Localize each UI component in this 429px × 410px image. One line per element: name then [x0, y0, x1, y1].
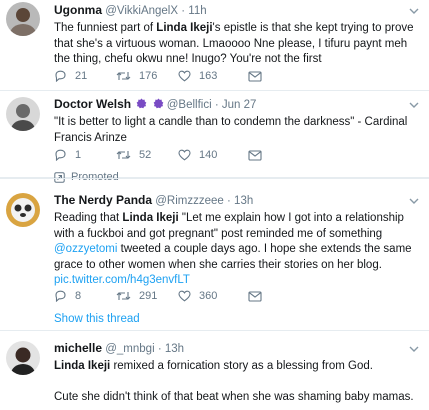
dm-icon	[248, 70, 262, 82]
tweet-text: Linda Ikeji remixed a fornication story …	[54, 359, 421, 405]
like-count: 360	[199, 290, 218, 302]
dm-icon	[248, 290, 262, 302]
retweet-count: 52	[139, 149, 152, 161]
tweet-header: michelle @_mnbgi · 13h	[54, 331, 421, 356]
like-icon	[178, 149, 191, 161]
verified-badge-icon	[153, 98, 163, 109]
retweet-button[interactable]: 52	[116, 149, 178, 161]
retweet-button[interactable]: 176	[116, 70, 178, 82]
separator: ·	[227, 195, 231, 207]
tweet-header: Doctor Welsh @Bellfici · Jun 27	[54, 91, 421, 112]
retweet-icon	[116, 292, 131, 300]
avatar[interactable]	[6, 2, 40, 36]
reply-button[interactable]: 8	[54, 290, 116, 302]
like-button[interactable]: 140	[178, 149, 248, 161]
like-count: 140	[199, 149, 218, 161]
tweet-actions: 8 291 360	[54, 290, 262, 302]
reply-count: 1	[75, 149, 82, 161]
separator: ·	[214, 99, 219, 111]
tweet-text: Reading that Linda Ikeji "Let me explain…	[54, 212, 412, 286]
retweet-icon	[116, 151, 131, 159]
tweet-line: Cute she didn't think of that beat when …	[54, 390, 414, 403]
display-name[interactable]: The Nerdy Panda	[54, 193, 152, 207]
chevron-down-icon[interactable]	[409, 7, 419, 15]
pic-link[interactable]: pic.twitter.com/h4g3envfLT	[54, 274, 190, 286]
tweet[interactable]: Ugonma @VikkiAngelX · 11h The funniest p…	[0, 0, 429, 91]
mention-link[interactable]: @ozzyetomi	[54, 243, 117, 255]
reply-icon	[55, 70, 66, 82]
like-button[interactable]: 163	[178, 70, 248, 82]
dm-button[interactable]	[248, 70, 262, 82]
separator: ·	[157, 343, 162, 355]
like-button[interactable]: 360	[178, 290, 248, 302]
retweet-count: 176	[139, 70, 158, 82]
tweet[interactable]: Doctor Welsh @Bellfici · Jun 27 "It is b…	[0, 91, 429, 183]
dm-button[interactable]	[248, 290, 262, 302]
tweet-actions: 21 176 163	[54, 70, 262, 82]
dm-icon	[248, 149, 262, 161]
reply-icon	[55, 290, 66, 302]
separator: ·	[181, 5, 186, 17]
retweet-icon	[116, 72, 131, 80]
display-name[interactable]: michelle	[54, 341, 102, 355]
timestamp[interactable]: 11h	[188, 5, 206, 17]
timestamp[interactable]: Jun 27	[222, 99, 257, 111]
retweet-button[interactable]: 291	[116, 290, 178, 302]
chevron-down-icon[interactable]	[409, 197, 419, 205]
display-name[interactable]: Doctor Welsh	[54, 97, 131, 111]
verified-badge-icon	[136, 98, 147, 109]
reply-button[interactable]: 21	[54, 70, 116, 82]
reply-count: 21	[75, 70, 88, 82]
chevron-down-icon[interactable]	[409, 345, 419, 353]
tweet[interactable]: michelle @_mnbgi · 13h Linda Ikeji remix…	[0, 331, 429, 410]
avatar[interactable]	[6, 193, 40, 227]
handle[interactable]: @Rimzzzeee	[155, 195, 224, 207]
tweet-header: The Nerdy Panda @Rimzzzeee · 13h	[54, 179, 421, 208]
avatar[interactable]	[6, 97, 40, 131]
tweet-text: "It is better to light a candle than to …	[54, 116, 408, 144]
dm-button[interactable]	[248, 149, 262, 161]
reply-count: 8	[75, 290, 82, 302]
tweet-line: Linda Ikeji remixed a fornication story …	[54, 360, 373, 372]
chevron-down-icon[interactable]	[409, 101, 419, 109]
like-icon	[178, 70, 191, 82]
retweet-count: 291	[139, 290, 158, 302]
reply-icon	[55, 149, 66, 161]
handle[interactable]: @Bellfici	[167, 99, 212, 111]
tweet-header: Ugonma @VikkiAngelX · 11h	[54, 0, 421, 18]
avatar[interactable]	[6, 341, 40, 375]
timestamp[interactable]: 13h	[234, 195, 253, 207]
handle[interactable]: @_mnbgi	[105, 343, 154, 355]
show-thread-link[interactable]: Show this thread	[54, 313, 140, 325]
handle[interactable]: @VikkiAngelX	[105, 5, 178, 17]
timestamp[interactable]: 13h	[165, 343, 184, 355]
tweet[interactable]: The Nerdy Panda @Rimzzzeee · 13h Reading…	[0, 178, 429, 331]
like-count: 163	[199, 70, 218, 82]
like-icon	[178, 290, 191, 302]
display-name[interactable]: Ugonma	[54, 3, 102, 17]
timeline: Ugonma @VikkiAngelX · 11h The funniest p…	[0, 0, 429, 410]
tweet-text: The funniest part of Linda Ikeji's epist…	[54, 22, 414, 65]
tweet-actions: 1 52 140	[54, 149, 262, 161]
reply-button[interactable]: 1	[54, 149, 116, 161]
